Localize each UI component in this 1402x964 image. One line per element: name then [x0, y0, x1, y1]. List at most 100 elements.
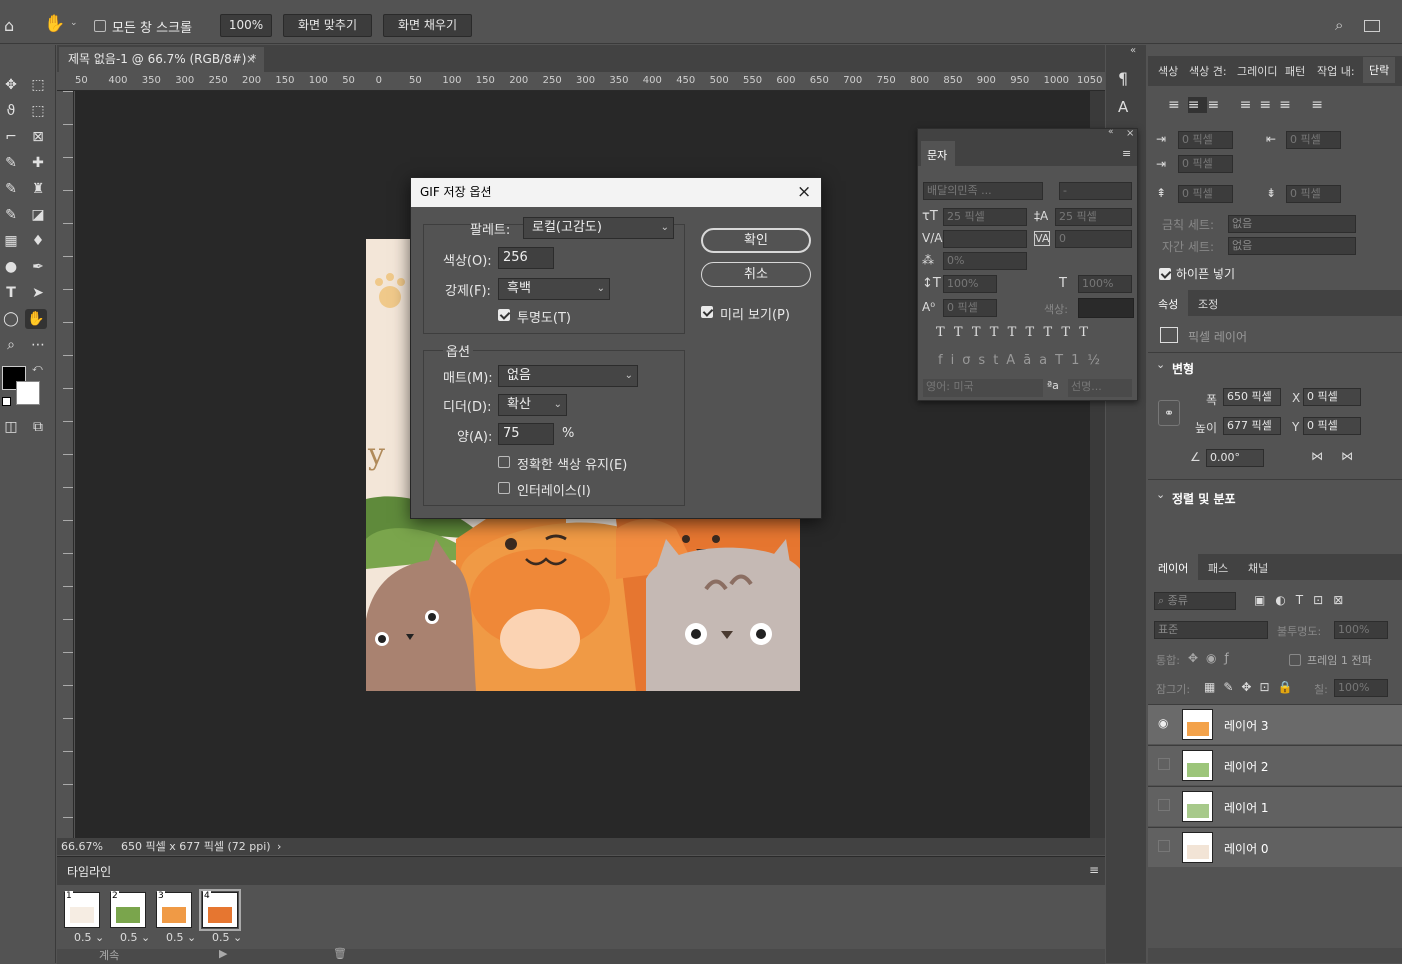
y-field[interactable]: 0 픽셀 — [1303, 417, 1361, 435]
frame-delay[interactable]: 0.5 ⌄ — [74, 931, 104, 944]
space-after-field[interactable]: 0 픽셀 — [1286, 185, 1341, 203]
angle-field[interactable]: 0.00° — [1206, 449, 1264, 467]
text-color-swatch[interactable] — [1078, 298, 1134, 318]
collapse-icon[interactable]: « — [1108, 127, 1114, 137]
screen-mode-icon[interactable]: ⧉ — [27, 417, 49, 437]
chevron-right-icon[interactable]: › — [277, 838, 281, 855]
preview-checkbox[interactable] — [701, 306, 713, 318]
document-tab[interactable]: 제목 없음-1 @ 66.7% (RGB/8#) * × — [59, 47, 264, 72]
baseline-field[interactable]: 0 픽셀 — [943, 299, 997, 317]
swap-colors-icon[interactable]: ⤺ — [32, 363, 43, 374]
kerning-field[interactable] — [943, 230, 1027, 248]
font-size-field[interactable]: 25 픽셀 — [943, 208, 1027, 226]
frame-tool-icon[interactable]: ⊠ — [27, 127, 49, 147]
hand-tool-active-icon[interactable]: ✋ — [25, 309, 47, 329]
blend-mode-select[interactable]: 표준 — [1154, 621, 1268, 639]
home-icon[interactable]: ⌂ — [4, 16, 14, 35]
eyedropper-icon[interactable]: ✎ — [0, 153, 22, 173]
cancel-button[interactable]: 취소 — [701, 262, 811, 287]
visibility-toggle[interactable] — [1158, 799, 1170, 811]
flip-vertical-icon[interactable]: ⋈ — [1341, 449, 1353, 463]
stamp-tool-icon[interactable]: ♜ — [27, 179, 49, 199]
timeline-frame[interactable]: 4 — [199, 889, 241, 931]
shape-tool-icon[interactable]: ◯ — [0, 309, 22, 329]
brush-tool-icon[interactable]: ✎ — [0, 179, 22, 199]
faux-style-buttons[interactable]: TTTTTTTTT — [936, 325, 1097, 340]
timeline-frame[interactable]: 2 — [110, 891, 146, 928]
tab-adjustments[interactable]: 조정 — [1198, 296, 1218, 312]
chevron-down-icon[interactable]: ⌄ — [1156, 358, 1165, 371]
dodge-tool-icon[interactable]: ● — [0, 257, 22, 277]
align-section-title[interactable]: 정렬 및 분포 — [1172, 490, 1236, 507]
eye-icon[interactable]: ◉ — [1158, 717, 1170, 729]
frame-delay[interactable]: 0.5 ⌄ — [212, 931, 242, 944]
opacity-field[interactable]: 100% — [1334, 621, 1388, 639]
x-field[interactable]: 0 픽셀 — [1303, 388, 1361, 406]
layer-name[interactable]: 레이어 3 — [1224, 717, 1269, 734]
chevron-down-icon[interactable]: ⌄ — [1156, 488, 1165, 501]
eraser-tool-icon[interactable]: ◪ — [27, 205, 49, 225]
ok-button[interactable]: 확인 — [701, 228, 811, 253]
layer-name[interactable]: 레이어 0 — [1224, 840, 1269, 857]
delete-frame-icon[interactable]: 🗑 — [333, 947, 347, 960]
tab-panel-2[interactable]: 그레이디 — [1237, 63, 1277, 79]
tab-panel-1[interactable]: 색상 견: — [1189, 63, 1227, 79]
height-field[interactable]: 677 픽셀 — [1223, 417, 1281, 435]
tab-paths[interactable]: 패스 — [1208, 560, 1228, 576]
tsume-field[interactable]: 0% — [943, 252, 1027, 270]
interlace-checkbox[interactable] — [498, 482, 510, 494]
tab-panel-4[interactable]: 작업 내: — [1317, 63, 1355, 79]
fill-screen-button[interactable]: 화면 채우기 — [383, 14, 472, 37]
visibility-toggle[interactable] — [1158, 758, 1170, 770]
tracking-field[interactable]: 0 — [1055, 230, 1132, 248]
zoom-100-button[interactable]: 100% — [220, 14, 272, 37]
frame-delay[interactable]: 0.5 ⌄ — [166, 931, 196, 944]
width-field[interactable]: 650 픽셀 — [1223, 388, 1281, 406]
loop-label[interactable]: 계속 — [99, 947, 119, 963]
background-color-swatch[interactable] — [16, 381, 40, 405]
layer-name[interactable]: 레이어 2 — [1224, 758, 1269, 775]
propagate-checkbox[interactable] — [1289, 654, 1301, 666]
fit-screen-button[interactable]: 화면 맞추기 — [283, 14, 372, 37]
mojikumi-select[interactable]: 없음 — [1228, 237, 1356, 255]
move-tool-icon[interactable]: ✥ — [0, 75, 22, 95]
hand-tool-icon[interactable]: ✋ — [44, 14, 65, 34]
zoom-tool-icon[interactable]: ⌕ — [0, 335, 22, 355]
indent-left-field[interactable]: 0 픽셀 — [1178, 131, 1233, 149]
chevron-down-icon[interactable]: ⌄ — [70, 18, 78, 28]
first-line-indent-field[interactable]: 0 픽셀 — [1178, 155, 1233, 173]
layer-row[interactable]: ◉ 레이어 3 — [1148, 704, 1402, 744]
link-icon[interactable]: ⚭ — [1158, 400, 1180, 426]
opentype-buttons[interactable]: fiσstAāaT1½ — [938, 353, 1108, 368]
paragraph-panel-icon[interactable]: ¶ — [1118, 69, 1128, 88]
indent-right-field[interactable]: 0 픽셀 — [1286, 131, 1341, 149]
layer-filter-select[interactable]: ⌕ 종류 — [1154, 592, 1236, 610]
more-tools-icon[interactable]: ⋯ — [27, 335, 49, 355]
search-icon[interactable]: ⌕ — [1335, 16, 1343, 34]
layer-row[interactable]: 레이어 0 — [1148, 827, 1402, 867]
close-tab-icon[interactable]: × — [246, 47, 256, 71]
zoom-level[interactable]: 66.67% — [61, 838, 103, 855]
tab-panel-5[interactable]: 단락 — [1363, 57, 1396, 83]
scroll-all-checkbox[interactable] — [94, 20, 106, 32]
close-icon[interactable]: × — [797, 178, 811, 207]
crop-tool-icon[interactable]: ⌐ — [0, 127, 22, 147]
lock-icons[interactable]: ▦✎✥⊡🔒 — [1204, 680, 1300, 694]
visibility-toggle[interactable] — [1158, 840, 1170, 852]
vscale-field[interactable]: 100% — [943, 275, 997, 293]
preserve-colors-checkbox[interactable] — [498, 456, 510, 468]
forced-select[interactable]: 흑백 ⌄ — [498, 278, 610, 300]
flip-horizontal-icon[interactable]: ⋈ — [1311, 449, 1323, 463]
hyphenate-checkbox[interactable] — [1159, 268, 1171, 280]
layer-name[interactable]: 레이어 1 — [1224, 799, 1269, 816]
default-colors-icon[interactable] — [2, 397, 11, 406]
kinsoku-select[interactable]: 없음 — [1228, 215, 1356, 233]
healing-brush-icon[interactable]: ✚ — [27, 153, 49, 173]
timeline-frame[interactable]: 3 — [156, 891, 192, 928]
object-select-icon[interactable]: ⬚ — [27, 101, 49, 121]
palette-select[interactable]: 로컬(고감도) ⌄ — [523, 217, 674, 239]
collapse-icon[interactable]: « — [1130, 45, 1136, 56]
layer-row[interactable]: 레이어 1 — [1148, 786, 1402, 826]
frame-delay[interactable]: 0.5 ⌄ — [120, 931, 150, 944]
anti-alias-select[interactable]: 선명... — [1068, 379, 1132, 397]
